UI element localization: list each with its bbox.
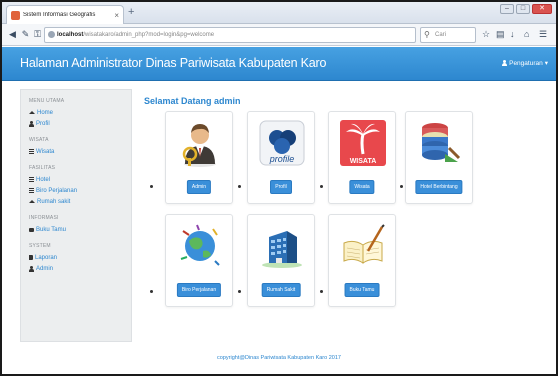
- admin-person-icon: [182, 124, 216, 167]
- lock-icon: ⚿: [34, 29, 41, 39]
- maximize-button[interactable]: □: [516, 4, 530, 14]
- sidebar: MENU UTAMA Home Profil WISATA Wisata FAS…: [20, 89, 132, 342]
- bullet-dot: [400, 185, 403, 188]
- sidebar-item-rumah-sakit[interactable]: Rumah sakit: [29, 196, 123, 207]
- settings-label: Pengaturan: [509, 59, 543, 67]
- sidebar-section-title: WISATA: [29, 137, 49, 143]
- bullet-dot: [238, 185, 241, 188]
- sidebar-item-label: Wisata: [36, 148, 55, 155]
- sidebar-section-title: MENU UTAMA: [29, 98, 65, 104]
- star-icon[interactable]: ☆: [482, 28, 490, 41]
- bullet-dot: [320, 290, 323, 293]
- download-icon[interactable]: ↓: [510, 28, 515, 41]
- search-icon: ⚲: [424, 30, 430, 39]
- chevron-down-icon: ▾: [544, 60, 548, 67]
- back-arrow-icon[interactable]: ◀: [6, 28, 19, 41]
- navigation-bar: ◀ ✎ ⚿ localhost/wisatakaro/admin_php?mod…: [2, 24, 556, 46]
- minimize-button[interactable]: –: [500, 4, 514, 14]
- window-controls: – □ ✕: [500, 4, 552, 14]
- url-host: localhost: [57, 32, 84, 38]
- sidebar-item-biro-perjalanan[interactable]: Biro Perjalanan: [29, 185, 123, 196]
- profil-button[interactable]: Profil: [270, 180, 292, 194]
- settings-dropdown[interactable]: Pengaturan ▾: [502, 59, 548, 67]
- book-icon: [29, 255, 33, 260]
- user-icon: [29, 120, 34, 127]
- url-path: /wisatakaro/admin_php?mod=login&pg=welco…: [83, 32, 215, 38]
- card-wisata: WISATA Wisata: [328, 111, 396, 204]
- tab-title: Sistem Informasi Geografis: [23, 12, 96, 18]
- home-icon: [29, 200, 35, 203]
- sidebar-item-hotel[interactable]: Hotel: [29, 174, 123, 185]
- sidebar-item-label: Biro Perjalanan: [36, 187, 78, 194]
- card-admin: Admin: [165, 111, 233, 204]
- sidebar-item-buku-tamu[interactable]: Buku Tamu: [29, 224, 123, 235]
- favicon-icon: [11, 10, 20, 20]
- sidebar-item-label: Admin: [36, 265, 54, 272]
- sidebar-item-wisata[interactable]: Wisata: [29, 146, 123, 157]
- search-input[interactable]: ⚲ Cari: [420, 27, 476, 43]
- browser-tab[interactable]: Sistem Informasi Geografis ×: [6, 5, 124, 24]
- hotel-database-icon: [422, 123, 461, 162]
- sidebar-section-title: INFORMASI: [29, 215, 59, 221]
- wisata-palm-icon: WISATA: [340, 120, 386, 166]
- sidebar-item-label: Home: [37, 109, 54, 116]
- list-icon: [29, 188, 34, 193]
- tab-strip: Sistem Informasi Geografis × + – □ ✕: [2, 2, 556, 24]
- bullet-dot: [150, 185, 153, 188]
- sidebar-item-label: Buku Tamu: [36, 226, 66, 233]
- close-window-button[interactable]: ✕: [532, 4, 552, 14]
- user-icon: [29, 265, 34, 272]
- search-placeholder: Cari: [435, 32, 447, 38]
- app-title: Halaman Administrator Dinas Pariwisata K…: [20, 56, 327, 70]
- biro-perjalanan-button[interactable]: Biro Perjalanan: [176, 283, 222, 297]
- rumah-sakit-button[interactable]: Rumah Sakit: [261, 283, 301, 297]
- travel-globe-icon: [180, 224, 220, 266]
- sidebar-item-label: Profil: [36, 120, 50, 127]
- hospital-building-icon: [262, 231, 302, 268]
- sidebar-item-laporan[interactable]: Laporan: [29, 252, 123, 263]
- buku-tamu-button[interactable]: Buku Tamu: [344, 283, 380, 297]
- address-bar[interactable]: localhost/wisatakaro/admin_php?mod=login…: [44, 27, 416, 43]
- welcome-heading: Selamat Datang admin: [144, 96, 241, 106]
- card-buku-tamu: Buku Tamu: [328, 214, 396, 307]
- wisata-icon-text: WISATA: [350, 158, 377, 165]
- app-header: Halaman Administrator Dinas Pariwisata K…: [2, 47, 556, 81]
- card-hotel-berbintang: Hotel Berbintang: [405, 111, 473, 204]
- wisata-button[interactable]: Wisata: [349, 180, 375, 194]
- footer-copyright: copyright@Dinas Pariwisata Kabupaten Kar…: [217, 355, 341, 361]
- user-icon: [502, 60, 508, 66]
- menu-icon[interactable]: ☰: [539, 28, 547, 41]
- bullet-dot: [150, 290, 153, 293]
- card-profil: profile Profil: [247, 111, 315, 204]
- guestbook-icon: [343, 224, 385, 264]
- list-icon: [29, 177, 34, 182]
- profile-icon-text: profile: [269, 154, 295, 164]
- bullet-dot: [320, 185, 323, 188]
- home-icon[interactable]: ⌂: [524, 28, 529, 41]
- hotel-berbintang-button[interactable]: Hotel Berbintang: [415, 180, 463, 194]
- flag-icon: [29, 227, 34, 232]
- clipboard-icon[interactable]: ▤: [496, 28, 505, 41]
- browser-window: Sistem Informasi Geografis × + – □ ✕ ◀ ✎…: [0, 0, 558, 376]
- sidebar-item-label: Rumah sakit: [37, 198, 71, 205]
- sidebar-item-profil[interactable]: Profil: [29, 118, 123, 129]
- sidebar-item-home[interactable]: Home: [29, 107, 123, 118]
- sidebar-item-label: Laporan: [35, 254, 58, 261]
- profile-icon: profile: [259, 120, 305, 166]
- sidebar-section-title: FASILITAS: [29, 165, 56, 171]
- new-tab-button[interactable]: +: [128, 6, 134, 18]
- list-icon: [29, 149, 34, 154]
- sidebar-section-title: SYSTEM: [29, 243, 51, 249]
- site-info-icon: [48, 31, 55, 38]
- bullet-dot: [238, 290, 241, 293]
- sidebar-item-admin[interactable]: Admin: [29, 263, 123, 274]
- sidebar-item-label: Hotel: [36, 176, 51, 183]
- card-rumah-sakit: Rumah Sakit: [247, 214, 315, 307]
- card-biro-perjalanan: Biro Perjalanan: [165, 214, 233, 307]
- admin-button[interactable]: Admin: [186, 180, 212, 194]
- close-tab-icon[interactable]: ×: [114, 11, 119, 20]
- home-icon: [29, 111, 35, 114]
